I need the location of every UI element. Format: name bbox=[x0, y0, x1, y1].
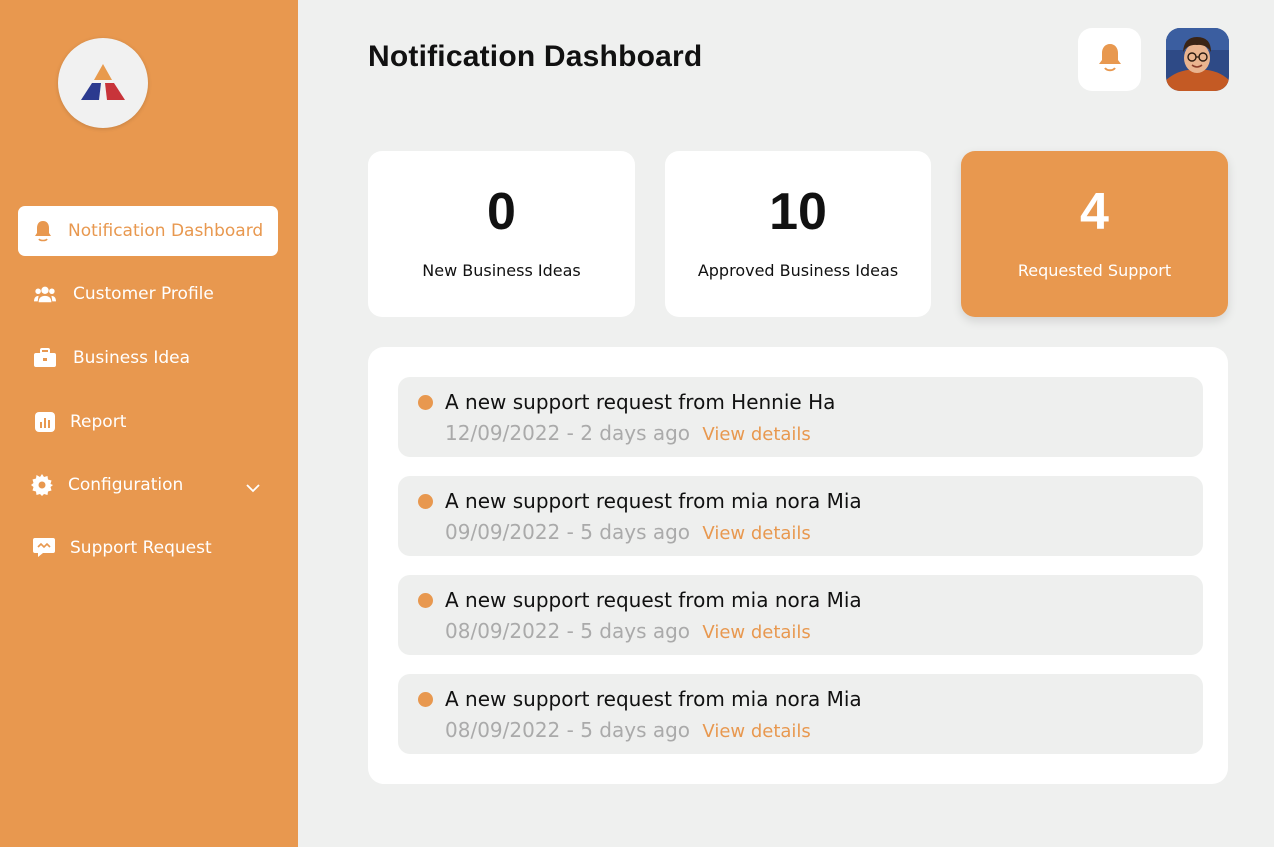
briefcase-icon bbox=[34, 347, 56, 369]
sidebar-item-report[interactable]: Report bbox=[18, 397, 278, 447]
gear-icon bbox=[31, 474, 53, 496]
sidebar-item-label: Customer Profile bbox=[73, 284, 214, 304]
sidebar-item-label: Support Request bbox=[70, 538, 212, 558]
sidebar-item-notification-dashboard[interactable]: Notification Dashboard bbox=[18, 206, 278, 256]
report-icon bbox=[34, 411, 56, 433]
sidebar-item-customer-profile[interactable]: Customer Profile bbox=[18, 269, 278, 319]
notification-item[interactable]: A new support request from Hennie Ha 12/… bbox=[398, 377, 1203, 457]
stat-label: Requested Support bbox=[1017, 261, 1172, 280]
unread-dot-icon bbox=[418, 692, 433, 707]
notification-date: 09/09/2022 - 5 days ago bbox=[445, 520, 691, 544]
notification-title: A new support request from mia nora Mia bbox=[445, 687, 862, 711]
stat-value: 10 bbox=[769, 183, 827, 241]
stat-label: Approved Business Ideas bbox=[697, 261, 899, 280]
logo-triangle-icon bbox=[81, 64, 125, 100]
view-details-link[interactable]: View details bbox=[702, 622, 810, 643]
bell-icon bbox=[1097, 42, 1123, 78]
chat-icon bbox=[33, 537, 55, 559]
sidebar-item-business-idea[interactable]: Business Idea bbox=[18, 333, 278, 383]
notification-date: 08/09/2022 - 5 days ago bbox=[445, 619, 691, 643]
unread-dot-icon bbox=[418, 494, 433, 509]
company-logo[interactable] bbox=[58, 38, 148, 128]
stat-value: 0 bbox=[487, 183, 516, 241]
notifications-panel: A new support request from Hennie Ha 12/… bbox=[368, 347, 1228, 784]
view-details-link[interactable]: View details bbox=[702, 424, 810, 445]
notification-date: 12/09/2022 - 2 days ago bbox=[445, 421, 691, 445]
notification-item[interactable]: A new support request from mia nora Mia … bbox=[398, 575, 1203, 655]
notification-date: 08/09/2022 - 5 days ago bbox=[445, 718, 691, 742]
bell-icon bbox=[32, 220, 54, 242]
sidebar-item-label: Configuration bbox=[68, 475, 184, 495]
unread-dot-icon bbox=[418, 593, 433, 608]
notification-button[interactable] bbox=[1078, 28, 1141, 91]
stat-label: New Business Ideas bbox=[422, 261, 581, 280]
sidebar-item-label: Notification Dashboard bbox=[68, 221, 264, 241]
sidebar-item-configuration[interactable]: Configuration bbox=[18, 460, 278, 510]
stat-card-requested-support[interactable]: 4 Requested Support bbox=[961, 151, 1228, 317]
user-avatar[interactable] bbox=[1166, 28, 1229, 91]
notification-item[interactable]: A new support request from mia nora Mia … bbox=[398, 476, 1203, 556]
stat-value: 4 bbox=[1080, 183, 1109, 241]
notification-item[interactable]: A new support request from mia nora Mia … bbox=[398, 674, 1203, 754]
page-title: Notification Dashboard bbox=[368, 40, 703, 73]
users-icon bbox=[34, 283, 56, 305]
view-details-link[interactable]: View details bbox=[702, 523, 810, 544]
view-details-link[interactable]: View details bbox=[702, 721, 810, 742]
notification-title: A new support request from mia nora Mia bbox=[445, 588, 862, 612]
chevron-down-icon[interactable] bbox=[246, 478, 260, 498]
sidebar: Notification Dashboard Customer Profile … bbox=[0, 0, 298, 847]
stat-card-approved-business-ideas[interactable]: 10 Approved Business Ideas bbox=[665, 151, 931, 317]
stat-card-new-business-ideas[interactable]: 0 New Business Ideas bbox=[368, 151, 635, 317]
sidebar-item-label: Report bbox=[70, 412, 127, 432]
notification-title: A new support request from mia nora Mia bbox=[445, 489, 862, 513]
sidebar-item-label: Business Idea bbox=[73, 348, 191, 368]
sidebar-item-support-request[interactable]: Support Request bbox=[18, 523, 278, 573]
unread-dot-icon bbox=[418, 395, 433, 410]
notification-title: A new support request from Hennie Ha bbox=[445, 390, 836, 414]
